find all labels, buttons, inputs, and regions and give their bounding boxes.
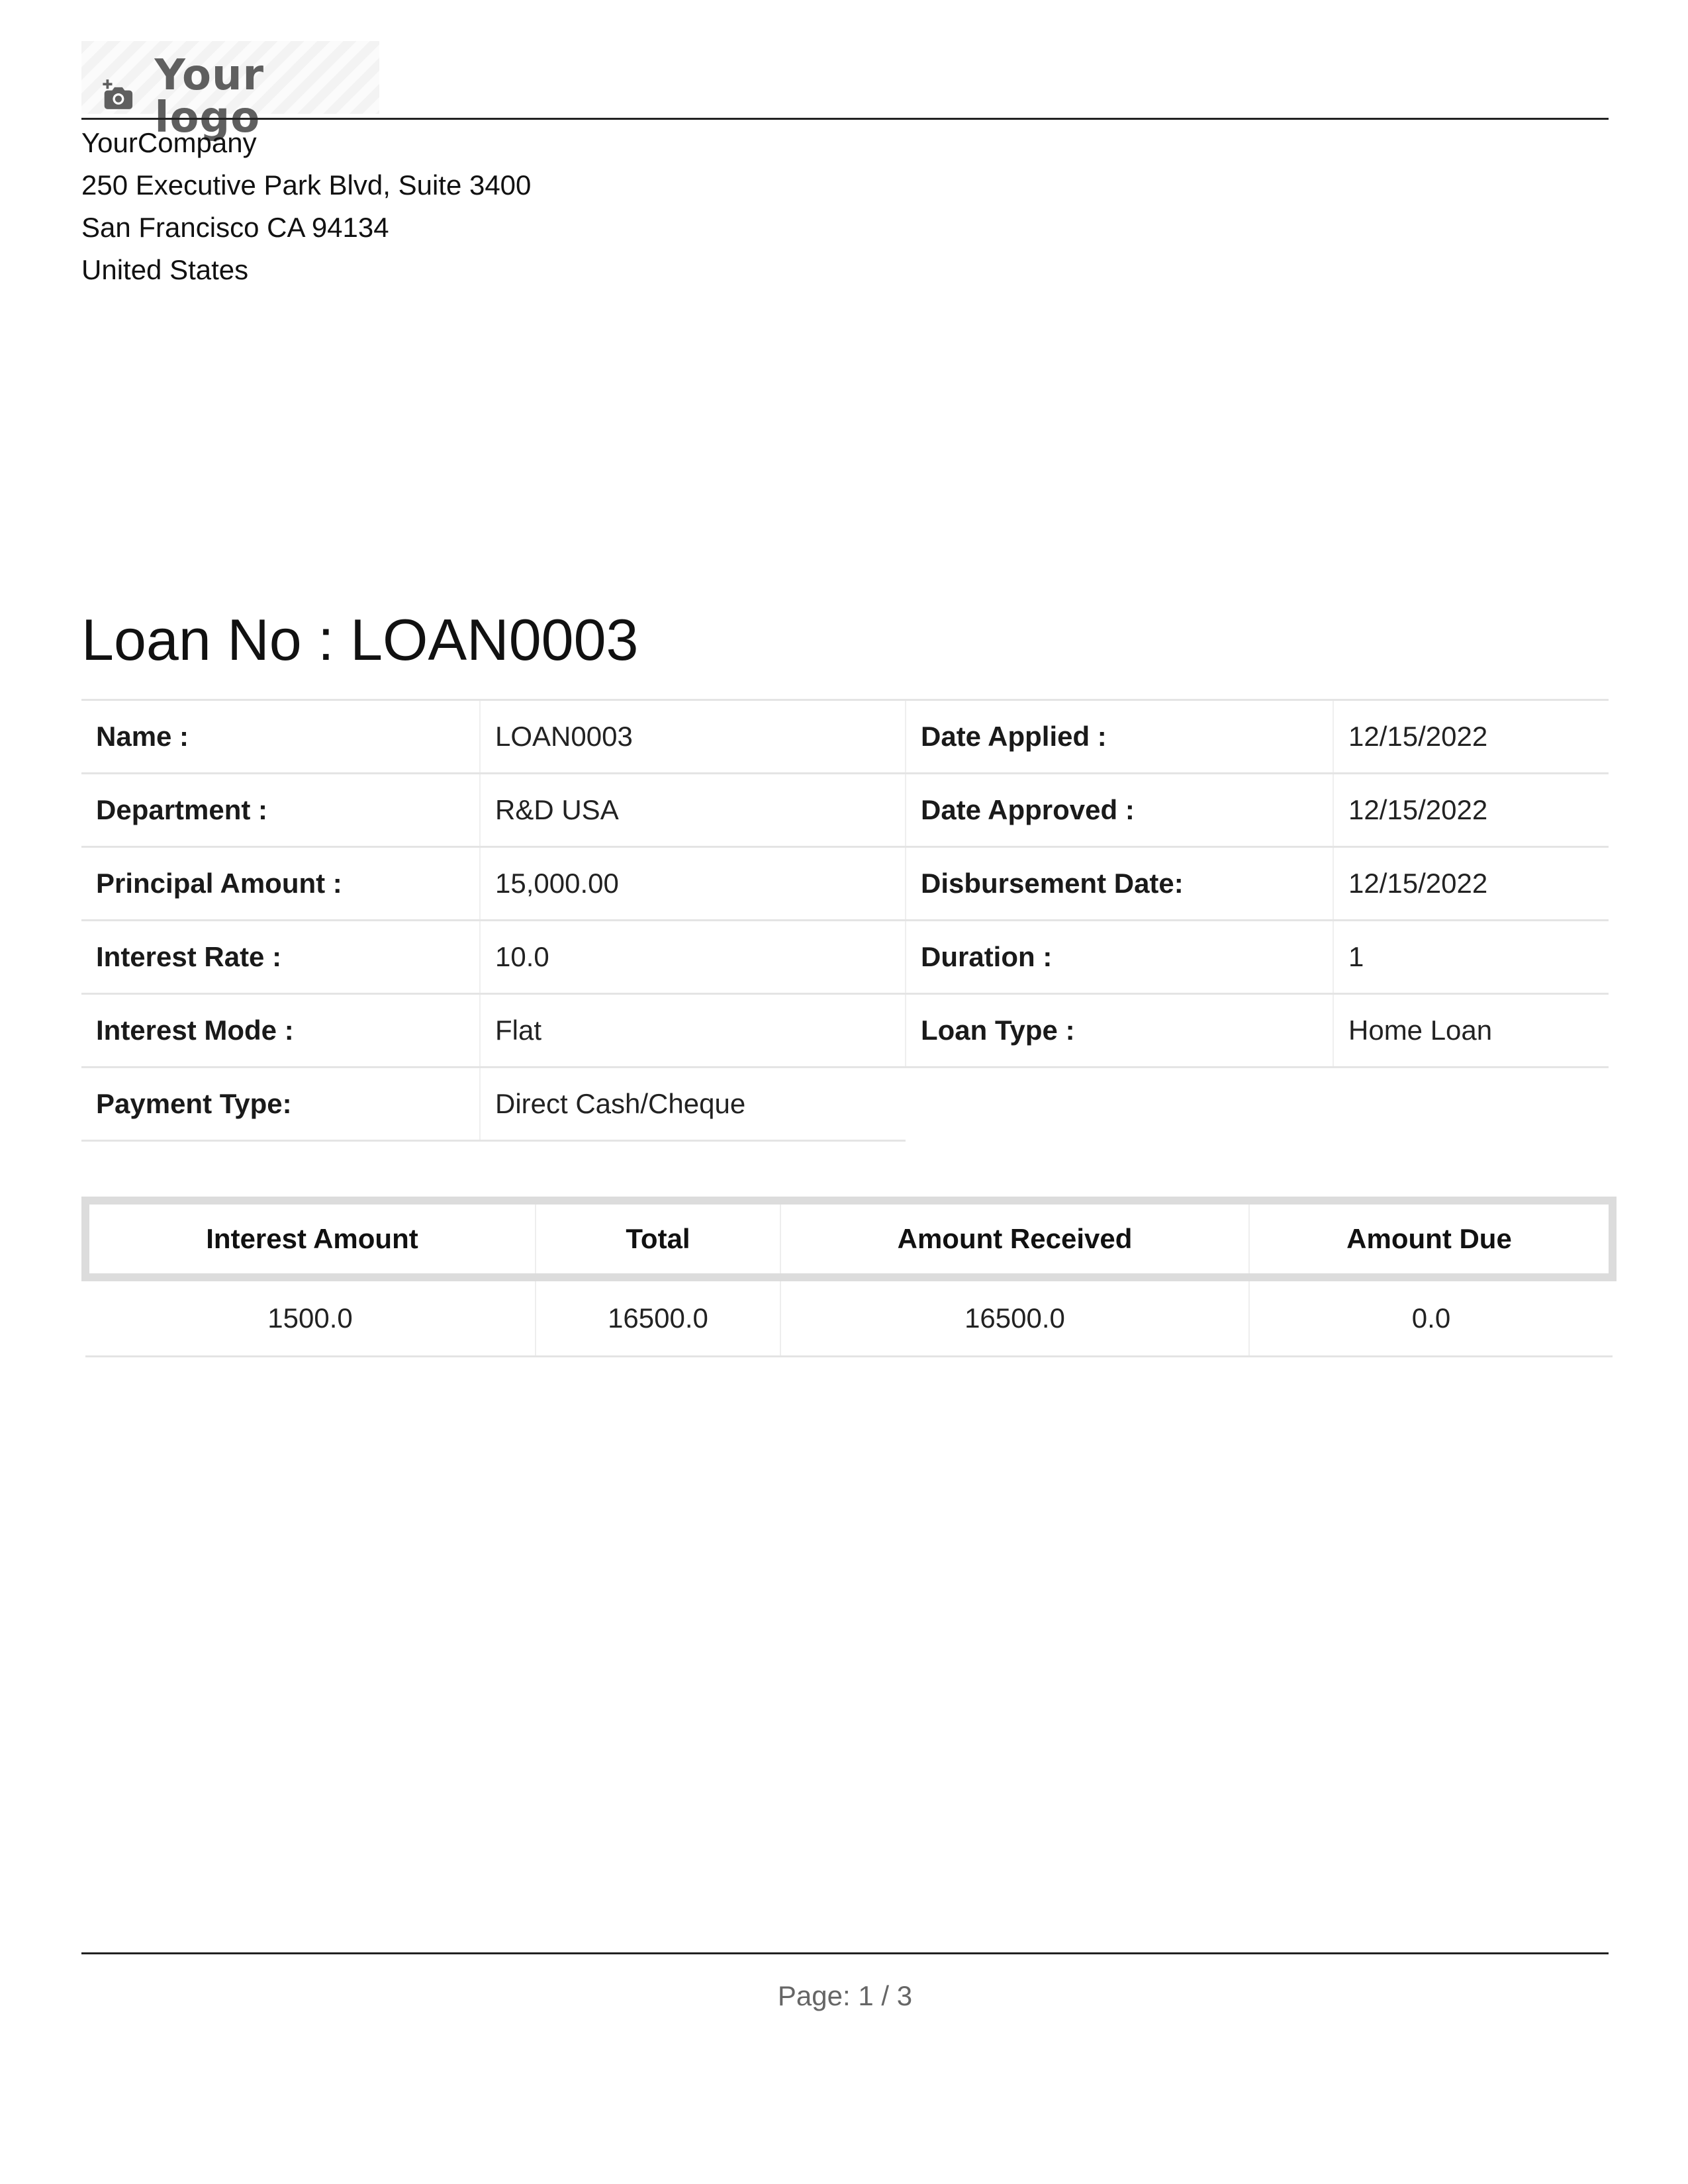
- company-name: YourCompany: [81, 127, 257, 158]
- logo-area: Your logo: [81, 41, 379, 139]
- table-row: 1500.0 16500.0 16500.0 0.0: [85, 1277, 1613, 1357]
- payment-type-value: Direct Cash/Cheque: [479, 1066, 906, 1142]
- company-city: San Francisco CA 94134: [81, 212, 389, 243]
- table-row: Interest Rate : 10.0 Duration : 1: [81, 919, 1609, 995]
- document-page: Your logo YourCompany 250 Executive Park…: [81, 0, 1617, 2184]
- table-row: Interest Mode : Flat Loan Type : Home Lo…: [81, 993, 1609, 1068]
- summary-header-row: Interest Amount Total Amount Received Am…: [81, 1197, 1617, 1281]
- payment-type-label: Payment Type:: [81, 1066, 480, 1142]
- table-row: Name : LOAN0003 Date Applied : 12/15/202…: [81, 699, 1609, 774]
- company-address: YourCompany 250 Executive Park Blvd, Sui…: [81, 122, 531, 291]
- total-header: Total: [535, 1197, 780, 1281]
- principal-amount-label: Principal Amount :: [81, 846, 480, 921]
- header-divider: [81, 118, 1609, 120]
- empty-cell: [1333, 1068, 1609, 1141]
- table-row: Payment Type: Direct Cash/Cheque: [81, 1066, 1609, 1142]
- name-value: LOAN0003: [479, 699, 906, 774]
- camera-plus-icon: [103, 79, 133, 109]
- date-applied-label: Date Applied :: [905, 699, 1333, 774]
- company-country: United States: [81, 254, 249, 285]
- department-value: R&D USA: [479, 772, 906, 848]
- duration-label: Duration :: [905, 919, 1333, 995]
- loan-type-label: Loan Type :: [905, 993, 1333, 1068]
- page-title: Loan No : LOAN0003: [81, 604, 638, 676]
- interest-amount-header: Interest Amount: [81, 1197, 536, 1281]
- disbursement-date-value: 12/15/2022: [1333, 846, 1609, 921]
- interest-mode-value: Flat: [479, 993, 906, 1068]
- interest-amount-value: 1500.0: [85, 1277, 536, 1357]
- disbursement-date-label: Disbursement Date:: [905, 846, 1333, 921]
- table-row: Principal Amount : 15,000.00 Disbursemen…: [81, 846, 1609, 921]
- total-value: 16500.0: [535, 1277, 780, 1357]
- date-approved-label: Date Approved :: [905, 772, 1333, 848]
- table-row: Department : R&D USA Date Approved : 12/…: [81, 772, 1609, 848]
- date-applied-value: 12/15/2022: [1333, 699, 1609, 774]
- interest-mode-label: Interest Mode :: [81, 993, 480, 1068]
- amount-received-header: Amount Received: [780, 1197, 1249, 1281]
- page-number: Page: 1 / 3: [777, 1980, 913, 2011]
- amount-due-value: 0.0: [1248, 1277, 1613, 1357]
- interest-rate-label: Interest Rate :: [81, 919, 480, 995]
- amount-due-header: Amount Due: [1248, 1197, 1617, 1281]
- loan-details-table: Name : LOAN0003 Date Applied : 12/15/202…: [81, 699, 1609, 1142]
- interest-rate-value: 10.0: [479, 919, 906, 995]
- title-label: Loan No :: [81, 607, 351, 672]
- company-street: 250 Executive Park Blvd, Suite 3400: [81, 169, 532, 201]
- loan-type-value: Home Loan: [1333, 993, 1609, 1068]
- duration-value: 1: [1333, 919, 1609, 995]
- name-label: Name :: [81, 699, 480, 774]
- empty-cell: [906, 1068, 1333, 1141]
- amount-received-value: 16500.0: [780, 1277, 1249, 1357]
- department-label: Department :: [81, 772, 480, 848]
- date-approved-value: 12/15/2022: [1333, 772, 1609, 848]
- loan-summary-table: Interest Amount Total Amount Received Am…: [81, 1197, 1617, 1357]
- footer-divider: [81, 1952, 1609, 1954]
- title-value: LOAN0003: [350, 607, 639, 672]
- principal-amount-value: 15,000.00: [479, 846, 906, 921]
